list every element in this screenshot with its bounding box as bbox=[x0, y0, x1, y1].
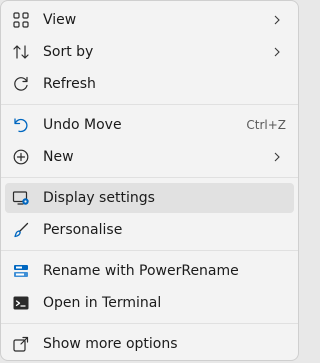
menu-item-open-terminal[interactable]: Open in Terminal bbox=[5, 288, 294, 318]
keyboard-shortcut: Ctrl+Z bbox=[246, 118, 286, 132]
sort-arrows-icon bbox=[12, 43, 30, 61]
menu-item-label: Undo Move bbox=[43, 117, 122, 133]
menu-item-new[interactable]: New bbox=[5, 142, 294, 172]
terminal-icon bbox=[12, 294, 30, 312]
share-options-icon bbox=[12, 335, 30, 353]
chevron-right-icon bbox=[272, 14, 282, 26]
grid-view-icon bbox=[12, 11, 30, 29]
powerrename-icon bbox=[12, 262, 30, 280]
context-menu: View Sort by Refresh Undo Move Ctrl+Z Ne… bbox=[0, 0, 299, 361]
display-settings-icon bbox=[12, 189, 30, 207]
menu-separator bbox=[1, 323, 298, 324]
add-circle-icon bbox=[12, 148, 30, 166]
menu-item-show-more-options[interactable]: Show more options bbox=[5, 329, 294, 359]
undo-icon bbox=[12, 116, 30, 134]
menu-item-label: Personalise bbox=[43, 222, 123, 238]
paintbrush-icon bbox=[12, 221, 30, 239]
menu-item-label: New bbox=[43, 149, 74, 165]
menu-separator bbox=[1, 177, 298, 178]
menu-item-view[interactable]: View bbox=[5, 5, 294, 35]
refresh-icon bbox=[12, 75, 30, 93]
menu-item-label: Show more options bbox=[43, 336, 178, 352]
menu-item-undo-move[interactable]: Undo Move Ctrl+Z bbox=[5, 110, 294, 140]
menu-item-label: Rename with PowerRename bbox=[43, 263, 239, 279]
chevron-right-icon bbox=[272, 46, 282, 58]
menu-item-rename-powerrename[interactable]: Rename with PowerRename bbox=[5, 256, 294, 286]
menu-item-label: Open in Terminal bbox=[43, 295, 162, 311]
menu-item-label: Display settings bbox=[43, 190, 155, 206]
menu-item-refresh[interactable]: Refresh bbox=[5, 69, 294, 99]
menu-item-display-settings[interactable]: Display settings bbox=[5, 183, 294, 213]
menu-item-label: Refresh bbox=[43, 76, 96, 92]
chevron-right-icon bbox=[272, 151, 282, 163]
menu-separator bbox=[1, 250, 298, 251]
menu-separator bbox=[1, 104, 298, 105]
menu-item-sort-by[interactable]: Sort by bbox=[5, 37, 294, 67]
menu-item-label: View bbox=[43, 12, 77, 28]
menu-item-personalise[interactable]: Personalise bbox=[5, 215, 294, 245]
menu-item-label: Sort by bbox=[43, 44, 94, 60]
